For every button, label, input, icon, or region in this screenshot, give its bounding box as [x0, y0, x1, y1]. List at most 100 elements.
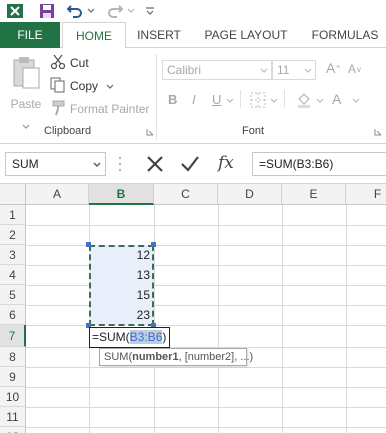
font-launcher-icon[interactable]	[374, 128, 382, 136]
tab-home[interactable]: HOME	[62, 22, 126, 49]
paste-button[interactable]: Paste	[8, 56, 44, 116]
paste-dropdown-icon[interactable]	[22, 124, 32, 130]
tooltip-args-rest: , [number2], ...)	[178, 351, 254, 363]
font-color-button[interactable]: A	[332, 91, 341, 107]
column-header-f[interactable]: F	[346, 184, 386, 205]
tab-formulas[interactable]: FORMULAS	[310, 22, 380, 48]
excel-logo-icon[interactable]	[6, 2, 24, 20]
fill-color-icon[interactable]	[296, 92, 312, 108]
grow-font-caret-icon: ^	[336, 63, 341, 73]
italic-button[interactable]: I	[192, 92, 196, 107]
row-header-11[interactable]: 11	[0, 407, 26, 427]
formula-reference: B3:B6	[129, 330, 163, 344]
gridline	[26, 407, 386, 408]
column-header-c[interactable]: C	[154, 184, 218, 205]
gridline	[26, 265, 386, 266]
tooltip-arg-current: number1	[132, 351, 179, 363]
cancel-x-icon[interactable]	[146, 155, 164, 173]
redo-dropdown-icon[interactable]	[126, 2, 136, 20]
worksheet-grid: A B C D E F 1 2 3 4 5 6 7 8 9 10 11 12 1…	[0, 184, 386, 433]
font-size-combo[interactable]: 11	[272, 60, 316, 80]
name-box-value: SUM	[12, 157, 39, 171]
underline-button[interactable]: U	[212, 92, 221, 107]
cell-b3[interactable]: 12	[89, 245, 154, 265]
row-header-3[interactable]: 3	[0, 245, 26, 265]
save-icon[interactable]	[38, 2, 56, 20]
borders-icon[interactable]	[250, 92, 266, 108]
row-header-1[interactable]: 1	[0, 205, 26, 225]
name-box-dropdown-icon[interactable]	[93, 153, 101, 175]
underline-dropdown-icon[interactable]	[226, 98, 234, 104]
gridline	[218, 205, 219, 433]
font-size-dropdown-icon[interactable]	[304, 61, 312, 79]
copy-label: Copy	[70, 79, 99, 93]
copy-button[interactable]: Copy	[50, 77, 114, 95]
gridline	[26, 305, 386, 306]
gridline	[154, 205, 155, 433]
row-header-5[interactable]: 5	[0, 285, 26, 305]
row-header-2[interactable]: 2	[0, 225, 26, 245]
borders-dropdown-icon[interactable]	[270, 98, 278, 104]
formula-bar-grip-icon[interactable]	[118, 155, 122, 173]
cut-label: Cut	[70, 56, 89, 70]
gridline	[26, 245, 386, 246]
cell-b4[interactable]: 13	[89, 265, 154, 285]
tooltip-function[interactable]: SUM(	[104, 351, 132, 363]
column-header-e[interactable]: E	[282, 184, 346, 205]
scissors-icon	[50, 54, 66, 73]
tab-page-layout[interactable]: PAGE LAYOUT	[202, 22, 290, 48]
quick-access-toolbar	[0, 0, 386, 22]
format-painter-label: Format Painter	[70, 102, 150, 116]
gridline	[26, 325, 386, 326]
cell-b7-editor[interactable]: =SUM(B3:B6)	[89, 327, 170, 348]
formula-prefix: =SUM(	[92, 330, 130, 344]
redo-icon[interactable]	[106, 2, 124, 20]
undo-dropdown-icon[interactable]	[86, 2, 96, 20]
gridline	[282, 205, 283, 433]
shrink-font-button[interactable]: Av	[348, 62, 361, 76]
font-size-value: 11	[277, 63, 290, 77]
copy-dropdown-icon[interactable]	[106, 79, 114, 93]
grow-font-button[interactable]: A ^	[326, 60, 340, 76]
undo-icon[interactable]	[66, 2, 84, 20]
group-divider	[156, 54, 157, 140]
font-divider-2	[284, 90, 285, 108]
cut-button[interactable]: Cut	[50, 54, 89, 72]
function-tooltip: SUM(number1, [number2], ...)	[99, 348, 253, 366]
fill-color-dropdown-icon[interactable]	[316, 98, 324, 104]
formula-suffix: )	[162, 330, 167, 344]
clipboard-launcher-icon[interactable]	[146, 128, 154, 136]
cell-b5[interactable]: 15	[89, 285, 154, 305]
font-color-dropdown-icon[interactable]	[352, 98, 360, 104]
row-header-10[interactable]: 10	[0, 387, 26, 407]
ribbon-home: Paste Cut Copy Format Painter Clipboard …	[0, 48, 386, 144]
font-name-combo[interactable]: Calibri	[162, 60, 272, 80]
row-header-4[interactable]: 4	[0, 265, 26, 285]
font-name-dropdown-icon[interactable]	[260, 61, 268, 79]
name-box[interactable]: SUM	[5, 152, 106, 176]
paintbrush-icon	[50, 100, 66, 119]
font-group-label: Font	[242, 125, 265, 137]
column-header-d[interactable]: D	[218, 184, 282, 205]
formula-bar: SUM fx =SUM(B3:B6)	[0, 144, 386, 184]
checkmark-icon[interactable]	[180, 155, 200, 173]
column-header-b[interactable]: B	[89, 184, 154, 205]
row-header-7[interactable]: 7	[0, 325, 26, 347]
select-all-corner[interactable]	[0, 184, 26, 205]
cell-b6[interactable]: 23	[89, 305, 154, 325]
font-divider	[240, 90, 241, 108]
row-header-12[interactable]: 12	[0, 427, 26, 433]
row-header-6[interactable]: 6	[0, 305, 26, 325]
insert-function-button[interactable]: fx	[218, 153, 234, 173]
customize-qat-icon[interactable]	[144, 2, 156, 20]
format-painter-button[interactable]: Format Painter	[50, 100, 149, 118]
paste-icon	[11, 56, 41, 93]
gridline	[346, 205, 347, 433]
column-header-a[interactable]: A	[26, 184, 89, 205]
tab-file[interactable]: FILE	[0, 22, 60, 48]
row-header-8[interactable]: 8	[0, 347, 26, 367]
bold-button[interactable]: B	[168, 92, 177, 107]
formula-input[interactable]: =SUM(B3:B6)	[252, 152, 386, 176]
row-header-9[interactable]: 9	[0, 367, 26, 387]
tab-insert[interactable]: INSERT	[136, 22, 182, 48]
